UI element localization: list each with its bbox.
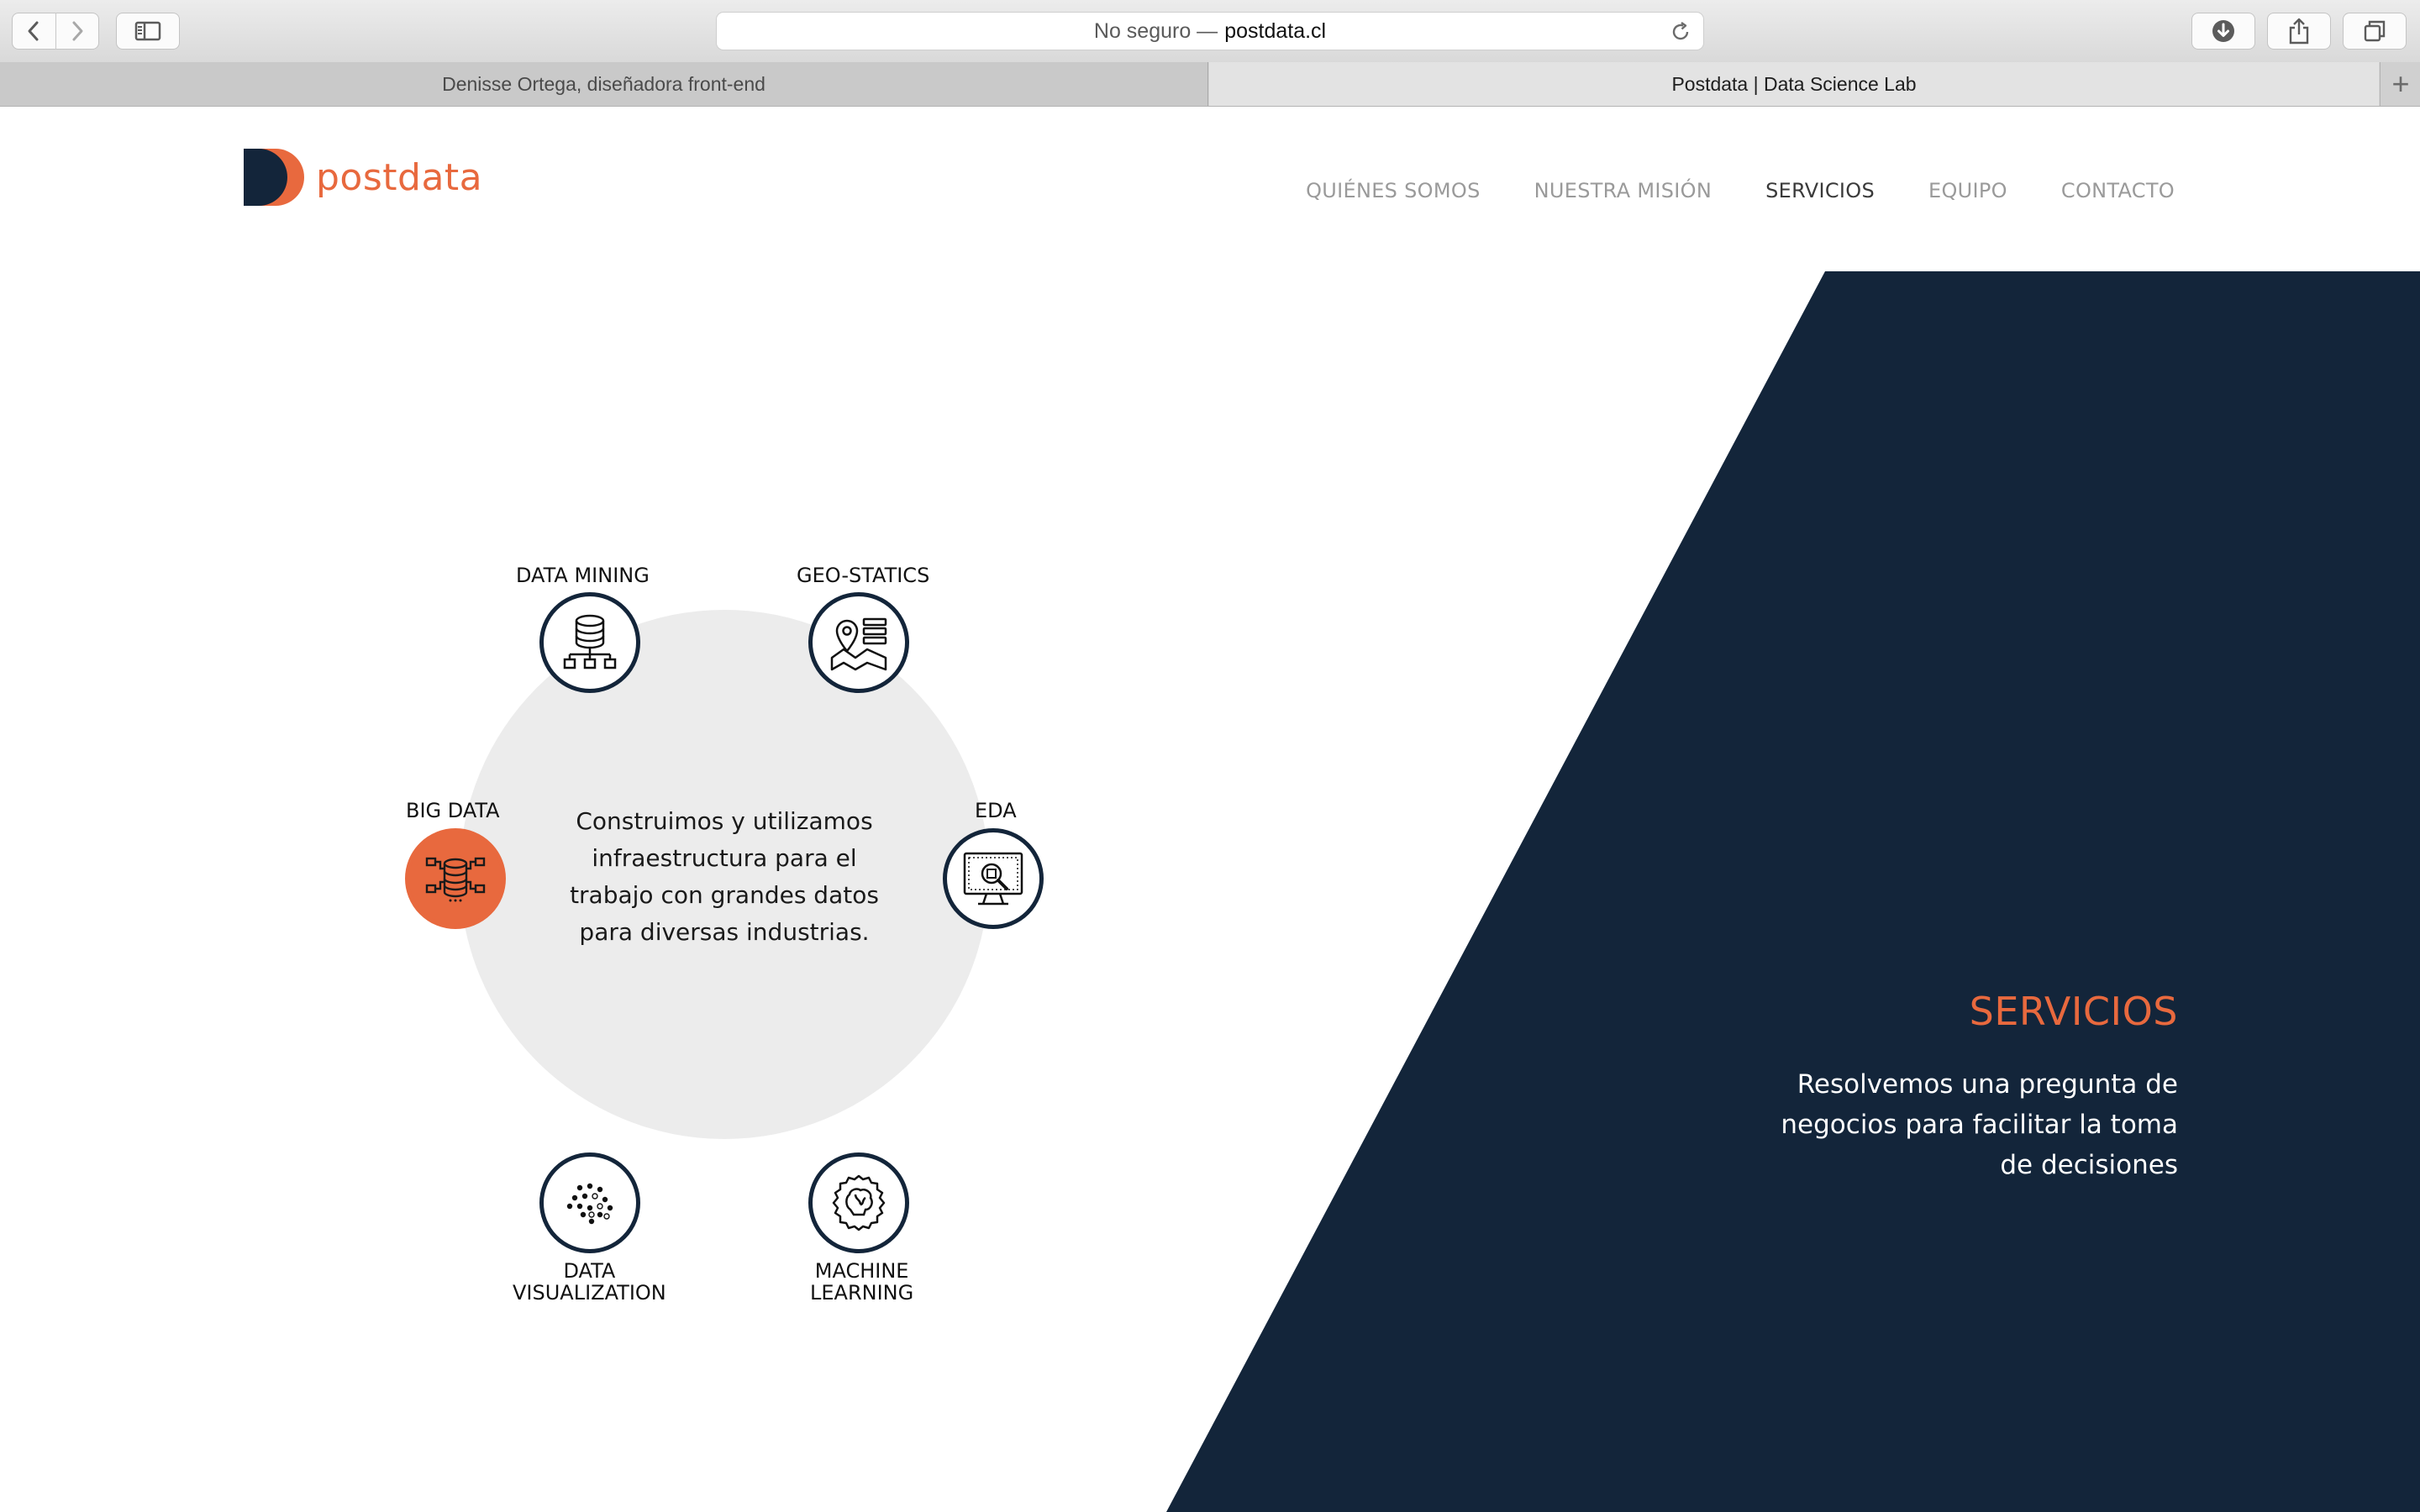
service-label-data-mining: DATA MINING [516,564,650,587]
nav-quienes-somos[interactable]: QUIÉNES SOMOS [1306,179,1481,202]
postdata-logo-icon [244,149,304,206]
chevron-right-icon [72,21,83,41]
service-eda-button[interactable] [943,828,1044,929]
nav-equipo[interactable]: EQUIPO [1928,179,2007,202]
section-title: SERVICIOS [1969,989,2178,1034]
back-button[interactable] [13,13,55,49]
address-bar[interactable]: No seguro — postdata.cl [716,12,1704,50]
database-network-icon [563,614,617,669]
tab-overview-button[interactable] [2343,13,2407,50]
security-indicator: No seguro — [1093,18,1218,43]
logo-text: postdata [316,155,483,199]
dot-pattern-icon [566,1183,613,1225]
service-label-machine-learning: MACHINE LEARNING [810,1259,914,1305]
tabs-icon [2364,20,2386,42]
services-description: Construimos y utilizamos infraestructura… [570,807,879,946]
downloads-button[interactable] [2191,13,2255,50]
share-button[interactable] [2267,13,2331,50]
service-label-geo-statics: GEO-STATICS [797,564,930,587]
browser-toolbar: No seguro — postdata.cl [0,0,2420,63]
site-logo[interactable]: postdata [244,147,482,207]
navigation-buttons [12,13,99,50]
navy-diagonal-panel [1166,271,2420,1512]
tab-denisse-ortega[interactable]: Denisse Ortega, diseñadora front-end [0,62,1208,106]
reload-icon [1672,22,1689,40]
nav-servicios[interactable]: SERVICIOS [1765,179,1875,202]
new-tab-button[interactable]: + [2380,62,2420,106]
main-nav: QUIÉNES SOMOS NUESTRA MISIÓN SERVICIOS E… [1306,179,2175,202]
service-machine-learning-button[interactable] [808,1152,909,1253]
service-geo-statics-button[interactable] [808,592,909,693]
service-label-eda: EDA [975,799,1017,822]
address-domain: postdata.cl [1224,18,1327,43]
chevron-left-icon [28,21,39,41]
service-data-mining-button[interactable] [539,592,640,693]
sidebar-toggle-button[interactable] [116,13,180,50]
web-page: postdata QUIÉNES SOMOS NUESTRA MISIÓN SE… [0,107,2420,1512]
service-label-data-visualization: DATA VISUALIZATION [513,1259,666,1305]
service-label-big-data: BIG DATA [406,799,500,822]
gear-brain-icon [832,1174,886,1231]
nav-nuestra-mision[interactable]: NUESTRA MISIÓN [1534,179,1712,202]
map-pin-icon [830,617,887,671]
download-icon [2212,20,2234,42]
monitor-magnifier-icon [963,852,1023,906]
tab-bar: Denisse Ortega, diseñadora front-end Pos… [0,62,2420,107]
forward-button[interactable] [55,13,98,49]
reload-button[interactable] [1670,21,1691,49]
service-big-data-button[interactable] [405,828,506,929]
share-icon [2289,18,2309,45]
section-description: Resolvemos una pregunta de negocios para… [1781,1069,2178,1180]
service-data-visualization-button[interactable] [539,1152,640,1253]
database-connections-icon [425,857,486,902]
nav-contacto[interactable]: CONTACTO [2061,179,2175,202]
sidebar-icon [134,21,161,41]
tab-postdata[interactable]: Postdata | Data Science Lab [1209,62,2379,106]
